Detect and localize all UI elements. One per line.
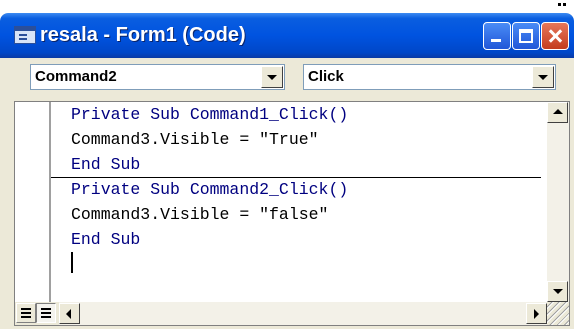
- object-combo-value: Command2: [35, 68, 117, 85]
- object-combo[interactable]: Command2: [30, 64, 285, 90]
- code-editor[interactable]: Private Sub Command1_Click() Command3.Vi…: [14, 101, 570, 326]
- window-title: resala - Form1 (Code): [40, 24, 246, 46]
- bottom-bar: [15, 302, 569, 325]
- procedure-view-icon: [21, 308, 31, 310]
- procedure-combo-value: Click: [308, 68, 344, 85]
- chevron-down-icon[interactable]: [261, 66, 283, 88]
- vertical-scrollbar[interactable]: [547, 102, 569, 302]
- minimize-button[interactable]: [483, 22, 511, 50]
- close-icon: [542, 23, 568, 49]
- minimize-icon: [491, 39, 501, 42]
- code-line[interactable]: End Sub: [71, 155, 140, 175]
- text-cursor: [71, 252, 73, 273]
- procedure-separator: [51, 177, 541, 178]
- code-toolbar: Command2 Click: [0, 58, 574, 100]
- procedure-combo[interactable]: Click: [303, 64, 556, 90]
- resize-grip[interactable]: [547, 302, 569, 325]
- margin-indicator-bar[interactable]: [15, 102, 51, 302]
- scroll-up-icon[interactable]: [547, 102, 568, 123]
- maximize-button[interactable]: [512, 22, 540, 50]
- code-line[interactable]: Private Sub Command2_Click(): [71, 180, 348, 200]
- full-module-view-icon: [41, 308, 51, 310]
- horizontal-scrollbar[interactable]: [59, 302, 547, 325]
- code-window: resala - Form1 (Code) Command2 Click Pri…: [0, 13, 574, 329]
- vb-code-window-icon[interactable]: [14, 26, 36, 44]
- procedure-view-button[interactable]: [16, 303, 36, 323]
- close-button[interactable]: [541, 22, 569, 50]
- scroll-left-icon[interactable]: [59, 303, 80, 324]
- screen-dot: [563, 3, 566, 6]
- code-line[interactable]: Command3.Visible = "True": [71, 130, 319, 150]
- code-line[interactable]: End Sub: [71, 230, 140, 250]
- title-bar[interactable]: resala - Form1 (Code): [0, 13, 574, 58]
- full-module-view-button[interactable]: [36, 303, 56, 323]
- code-text-area[interactable]: Private Sub Command1_Click() Command3.Vi…: [51, 102, 541, 302]
- screen-dot: [558, 3, 561, 6]
- maximize-icon: [519, 29, 533, 43]
- scroll-right-icon[interactable]: [526, 303, 547, 324]
- code-line[interactable]: Private Sub Command1_Click(): [71, 105, 348, 125]
- scroll-down-icon[interactable]: [547, 281, 568, 302]
- chevron-down-icon[interactable]: [532, 66, 554, 88]
- code-line[interactable]: Command3.Visible = "false": [71, 205, 328, 225]
